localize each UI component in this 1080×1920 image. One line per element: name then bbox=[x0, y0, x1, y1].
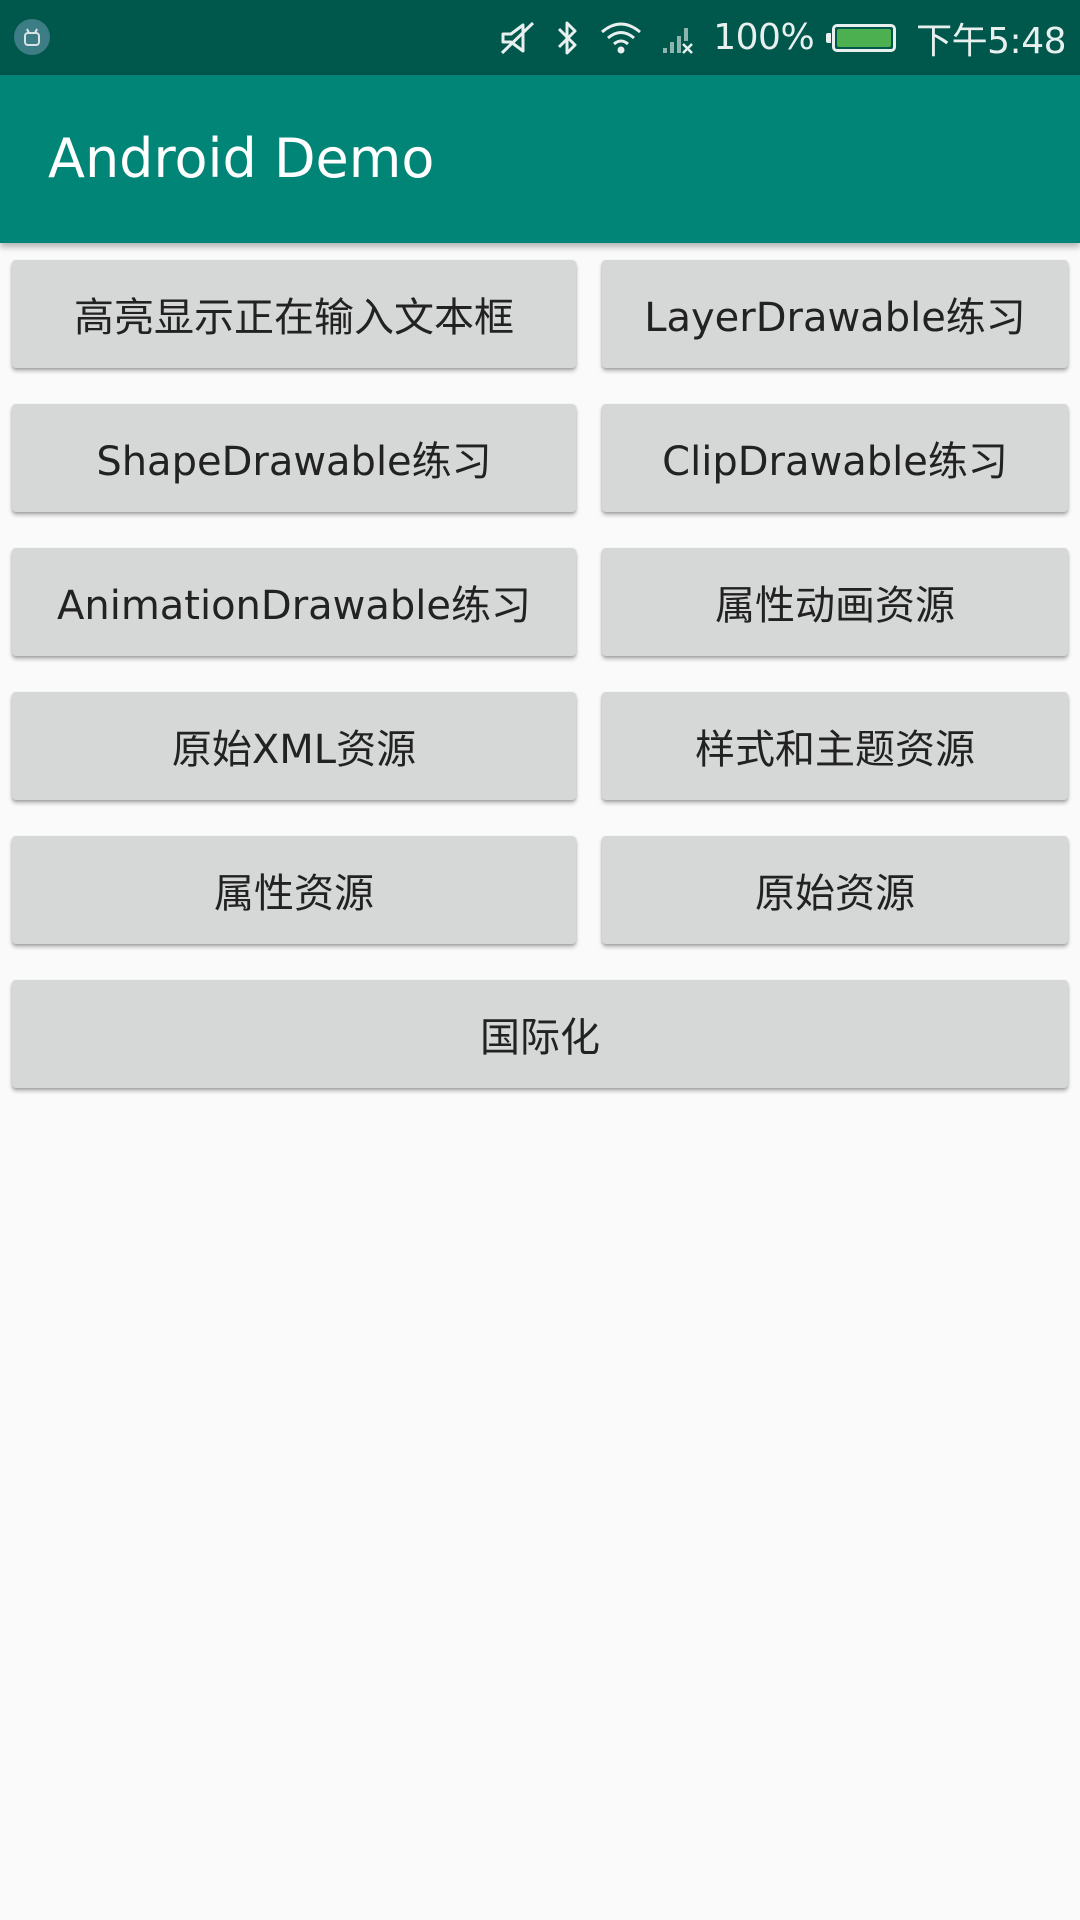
shape-drawable-button[interactable]: ShapeDrawable练习 bbox=[12, 404, 576, 512]
i18n-button[interactable]: 国际化 bbox=[12, 980, 1068, 1088]
style-theme-button[interactable]: 样式和主题资源 bbox=[602, 692, 1068, 800]
status-bar: 100% 下午5:48 bbox=[0, 0, 1080, 75]
battery-level bbox=[837, 28, 892, 47]
layer-drawable-button[interactable]: LayerDrawable练习 bbox=[602, 260, 1068, 368]
raw-xml-button[interactable]: 原始XML资源 bbox=[12, 692, 576, 800]
mute-icon bbox=[499, 20, 537, 56]
animation-drawable-button[interactable]: AnimationDrawable练习 bbox=[12, 548, 576, 656]
app-title: Android Demo bbox=[48, 127, 435, 190]
status-time: 下午5:48 bbox=[916, 20, 1066, 62]
attribute-resource-button[interactable]: 属性资源 bbox=[12, 836, 576, 944]
status-icons: 100% 下午5:48 bbox=[499, 0, 1066, 75]
bluetooth-icon bbox=[555, 19, 581, 57]
signal-icon bbox=[661, 20, 695, 56]
wifi-icon bbox=[599, 20, 643, 56]
raw-resource-button[interactable]: 原始资源 bbox=[602, 836, 1068, 944]
property-animation-button[interactable]: 属性动画资源 bbox=[602, 548, 1068, 656]
android-debug-icon bbox=[14, 19, 50, 55]
clip-drawable-button[interactable]: ClipDrawable练习 bbox=[602, 404, 1068, 512]
app-bar: Android Demo bbox=[0, 75, 1080, 243]
battery-percent: 100% bbox=[713, 17, 815, 58]
highlight-input-button[interactable]: 高亮显示正在输入文本框 bbox=[12, 260, 576, 368]
battery-icon bbox=[826, 23, 897, 52]
